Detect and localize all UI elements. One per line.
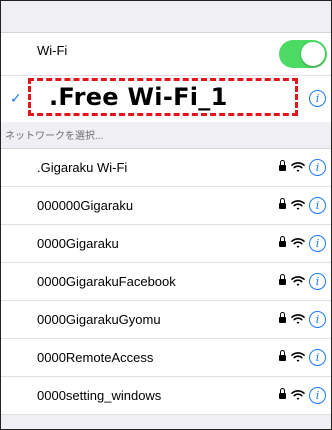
network-row[interactable]: 0000Gigaraku i <box>1 225 331 263</box>
checkmark-icon: ✓ <box>10 90 22 106</box>
lock-icon <box>279 198 286 210</box>
top-spacer <box>1 1 331 33</box>
wifi-signal-icon <box>291 350 305 362</box>
lock-icon <box>279 160 286 172</box>
wifi-toggle[interactable] <box>279 40 327 68</box>
wifi-signal-icon <box>291 198 305 210</box>
lock-icon <box>279 388 286 400</box>
section-header-choose-network: ネットワークを選択... <box>1 122 331 149</box>
network-name: 0000GigarakuFacebook <box>37 274 176 289</box>
network-row[interactable]: 0000RemoteAccess i <box>1 339 331 377</box>
network-name: 0000GigarakuGyomu <box>37 312 161 327</box>
info-icon[interactable]: i <box>309 349 326 366</box>
info-icon[interactable]: i <box>309 235 326 252</box>
info-icon[interactable]: i <box>309 387 326 404</box>
wifi-toggle-row: Wi-Fi <box>1 33 331 76</box>
wifi-signal-icon <box>291 388 305 400</box>
lock-icon <box>279 312 286 324</box>
connected-network-name: .Free Wi-Fi_1 <box>49 83 228 111</box>
network-name: 0000setting_windows <box>37 388 162 403</box>
info-icon[interactable]: i <box>309 159 326 176</box>
network-name: .Gigaraku Wi-Fi <box>37 160 128 175</box>
wifi-settings-screen: Wi-Fi ✓ .Free Wi-Fi_1 i ネットワークを選択... .Gi… <box>0 0 332 430</box>
network-row[interactable]: .Gigaraku Wi-Fi i <box>1 149 331 187</box>
network-row[interactable]: 0000GigarakuFacebook i <box>1 263 331 301</box>
network-row[interactable]: 0000GigarakuGyomu i <box>1 301 331 339</box>
toggle-knob <box>301 42 325 66</box>
connected-network-row[interactable]: ✓ .Free Wi-Fi_1 i <box>1 76 331 122</box>
lock-icon <box>279 274 286 286</box>
network-name: 0000Gigaraku <box>37 236 119 251</box>
info-icon[interactable]: i <box>309 197 326 214</box>
network-name: 0000RemoteAccess <box>37 350 154 365</box>
lock-icon <box>279 236 286 248</box>
wifi-group: Wi-Fi ✓ .Free Wi-Fi_1 i <box>1 33 331 122</box>
info-icon[interactable]: i <box>309 311 326 328</box>
wifi-signal-icon <box>291 312 305 324</box>
network-list: .Gigaraku Wi-Fi i 000000Gigaraku i 0000Gigar… <box>1 149 331 415</box>
info-icon[interactable]: i <box>309 90 326 107</box>
info-icon[interactable]: i <box>309 273 326 290</box>
network-row[interactable]: 0000setting_windows i <box>1 377 331 415</box>
lock-icon <box>279 350 286 362</box>
network-name: 000000Gigaraku <box>37 198 134 213</box>
wifi-signal-icon <box>291 274 305 286</box>
network-row[interactable]: 000000Gigaraku i <box>1 187 331 225</box>
wifi-signal-icon <box>291 160 305 172</box>
wifi-signal-icon <box>291 236 305 248</box>
wifi-label: Wi-Fi <box>37 43 68 58</box>
